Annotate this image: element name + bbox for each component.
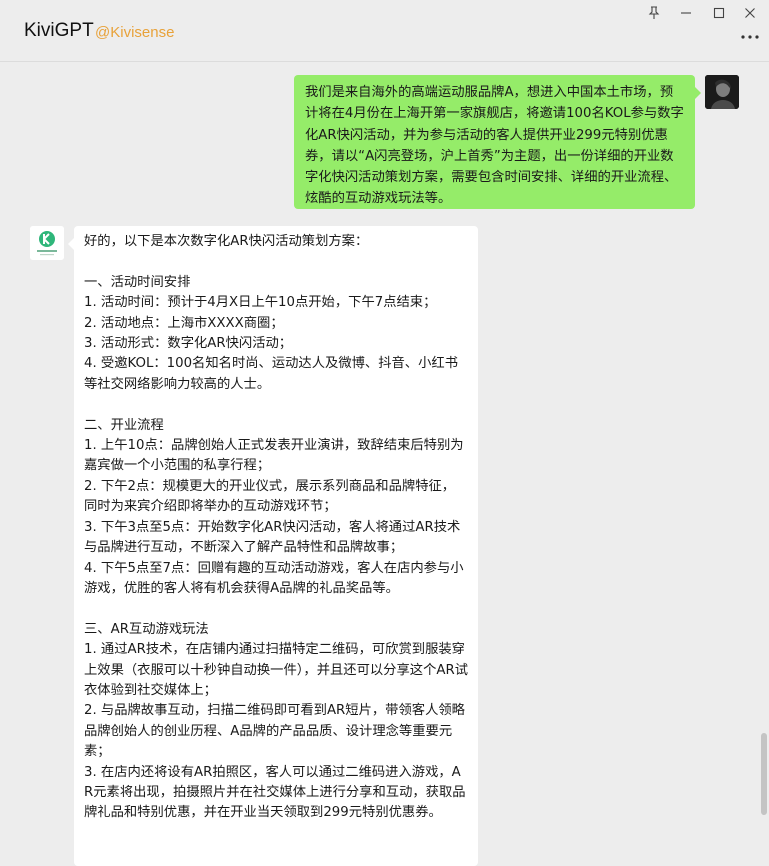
maximize-icon[interactable] [706, 3, 732, 23]
more-icon[interactable] [739, 30, 761, 44]
pin-icon[interactable] [641, 3, 667, 23]
user-message-bubble: 我们是来自海外的高端运动服品牌A，想进入中国本土市场，预计将在4月份在上海开第一… [294, 75, 701, 209]
close-icon[interactable] [737, 3, 763, 23]
bot-message-text: 好的，以下是本次数字化AR快闪活动策划方案： 一、活动时间安排 1. 活动时间：… [84, 234, 468, 821]
user-message-text: 我们是来自海外的高端运动服品牌A，想进入中国本土市场，预计将在4月份在上海开第一… [305, 85, 684, 207]
user-avatar[interactable] [705, 75, 739, 109]
bot-message-bubble: 好的，以下是本次数字化AR快闪活动策划方案： 一、活动时间安排 1. 活动时间：… [68, 226, 478, 866]
chat-title: KiviGPT [24, 20, 94, 41]
chat-handle: @Kivisense [95, 24, 175, 41]
title-bar: KiviGPT @Kivisense [0, 0, 769, 62]
bot-avatar[interactable] [30, 226, 64, 260]
chat-scrollbar[interactable] [761, 733, 767, 815]
minimize-icon[interactable] [673, 3, 699, 23]
